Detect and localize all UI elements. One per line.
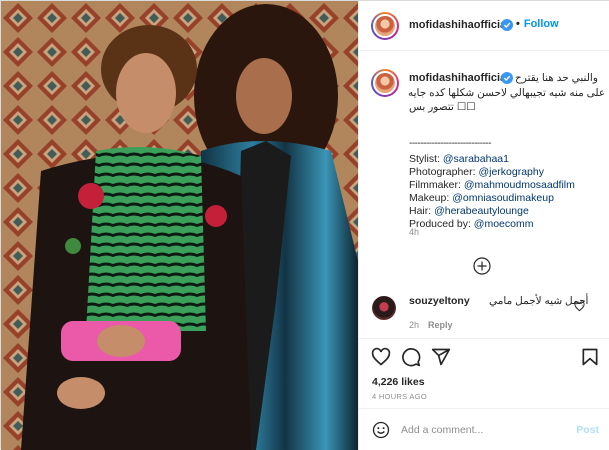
follow-label: Follow [523, 18, 559, 30]
emoji-icon[interactable] [372, 421, 390, 439]
post-sidebar: mofidashihaofficial • Follow mofidashihao… [358, 1, 609, 450]
post-timestamp[interactable]: 4 HOURS AGO [372, 392, 427, 401]
comment-item: souzyeltony أجمل شيه لأجمل مامي 2h Reply [359, 291, 609, 331]
credit-label: Filmmaker: [409, 179, 464, 191]
credit-link[interactable]: @sarabahaa1 [443, 153, 509, 165]
post-photo[interactable] [1, 1, 358, 450]
comment-icon[interactable] [401, 347, 421, 367]
bookmark-icon[interactable] [580, 347, 600, 367]
load-more-icon[interactable] [473, 257, 491, 275]
caption-divider: ----------------------------- [409, 138, 492, 149]
credit-link[interactable]: @mahmoudmosaadfilm [464, 179, 575, 191]
author-username[interactable]: mofidashihaofficial [409, 19, 509, 31]
post-comment-button[interactable]: Post [576, 424, 599, 436]
comment-timestamp[interactable]: 2h [409, 320, 419, 330]
credit-line: Hair: @herabeautylounge [409, 205, 529, 217]
photo-illustration [1, 1, 358, 450]
heart-icon[interactable] [574, 301, 585, 312]
comment-input[interactable] [401, 421, 561, 439]
author-avatar[interactable] [371, 12, 399, 40]
verified-badge-icon [501, 19, 513, 31]
credit-label: Makeup: [409, 192, 453, 204]
credit-label: Hair: [409, 205, 435, 217]
credit-link[interactable]: @omniasoudimakeup [452, 192, 554, 204]
credit-label: Stylist: [409, 153, 443, 165]
commenter-username[interactable]: souzyeltony [409, 295, 470, 307]
caption-text-line3: تتصور بس ☐☐ [409, 101, 476, 113]
separator-dot: • [516, 18, 520, 30]
instagram-post: mofidashihaofficial • Follow mofidashihao… [0, 0, 609, 450]
add-comment-bar: Post [359, 408, 609, 450]
share-icon[interactable] [431, 347, 451, 367]
credit-line: Filmmaker: @mahmoudmosaadfilm [409, 179, 575, 191]
credit-link[interactable]: @jerkography [478, 166, 544, 178]
caption-username[interactable]: mofidashihaofficial [409, 72, 509, 84]
like-count[interactable]: 4,226 likes [372, 376, 425, 388]
credit-label: Photographer: [409, 166, 479, 178]
caption-text-line2: على منه شيه تجيبهالي لاحسن شكلها كده جاي… [408, 87, 606, 99]
follow-button[interactable]: • Follow [516, 18, 559, 30]
credit-line: Photographer: @jerkography [409, 166, 544, 178]
heart-icon[interactable] [371, 347, 391, 367]
post-header: mofidashihaofficial • Follow [359, 1, 609, 51]
commenter-avatar[interactable] [372, 296, 396, 320]
caption-timestamp[interactable]: 4h [409, 227, 419, 237]
credit-link[interactable]: @herabeautylounge [434, 205, 529, 217]
verified-badge-icon [501, 72, 513, 84]
reply-button[interactable]: Reply [428, 320, 453, 330]
caption-avatar[interactable] [371, 69, 399, 97]
credit-line: Produced by: @moecomm [409, 218, 533, 230]
credit-line: Makeup: @omniasoudimakeup [409, 192, 554, 204]
caption-text-line1: والنبي حد هنا يقترح [515, 72, 598, 84]
credit-line: Stylist: @sarabahaa1 [409, 153, 509, 165]
credit-link[interactable]: @moecomm [474, 218, 534, 230]
